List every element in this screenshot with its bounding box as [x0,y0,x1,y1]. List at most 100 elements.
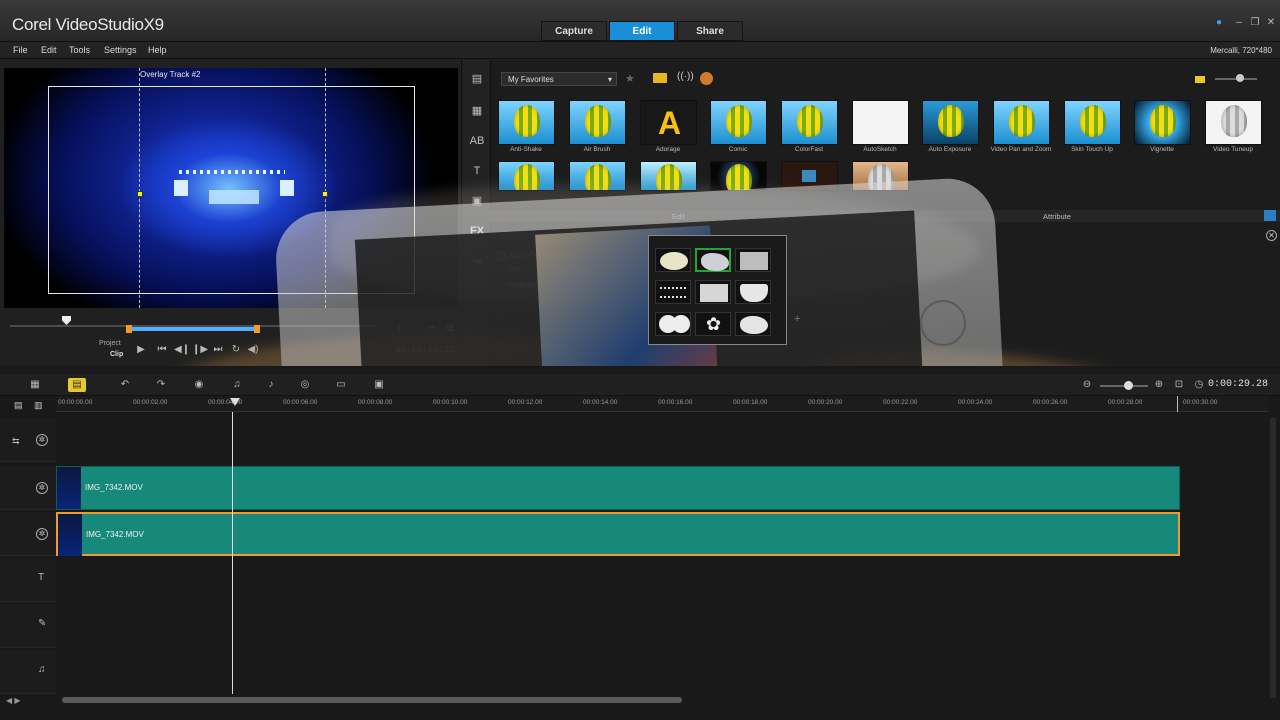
clip-overlay-1[interactable]: IMG_7342.MOV [56,466,1180,510]
mask-circles[interactable] [655,312,691,336]
mask-dotted[interactable] [655,280,691,304]
add-favorite-icon[interactable]: ★ [625,72,635,85]
tab-capture[interactable]: Capture [541,21,607,41]
folder-icon[interactable] [653,73,667,83]
tab-edit[interactable]: Edit [609,21,675,41]
media-icon[interactable]: ▤ [469,72,485,86]
enlarge-icon[interactable]: ⧉ [443,322,457,336]
menu-tools[interactable]: Tools [69,45,90,55]
filter-thumb-video-pan-zoom[interactable] [993,100,1050,145]
path-icon[interactable]: ↝ [469,254,485,268]
overlay-track-icon[interactable]: ✲ [36,482,48,494]
zoom-out-icon[interactable]: ⊖ [1078,378,1096,392]
mask-cloud[interactable] [735,312,771,336]
volume-icon[interactable]: ◀) [246,343,260,357]
mask-splatter-selected[interactable] [695,248,731,272]
mask-flower[interactable]: ✿ [695,312,731,336]
end-icon[interactable]: ⏭ [211,343,225,357]
zoom-slider-handle[interactable] [1124,381,1133,390]
info-icon[interactable]: ● [1212,17,1226,29]
video-track-icon[interactable]: ✲ [36,434,48,446]
undo-icon[interactable]: ↶ [116,378,134,392]
timeline-view-icon[interactable]: ▤ [68,378,86,392]
menu-settings[interactable]: Settings [104,45,137,55]
mask-torn[interactable] [695,280,731,304]
expand-panel-icon[interactable] [1264,210,1276,221]
attribute-tab[interactable]: Attribute [1043,212,1071,221]
timeline-horizontal-scrollbar[interactable] [62,697,682,703]
thumbnail-size-handle[interactable] [1236,74,1244,82]
record-capture-icon[interactable]: ◉ [190,378,208,392]
mark-in-icon[interactable]: [ [392,322,406,336]
fit-project-icon[interactable]: ⊡ [1170,378,1188,392]
music-note-icon[interactable]: ♫ [38,664,46,675]
filter-thumb[interactable] [852,161,909,191]
filter-thumb-auto-exposure[interactable] [922,100,979,145]
motion-tracking-icon[interactable]: ◎ [296,378,314,392]
mask-frame-picker[interactable]: ✿ [648,235,787,345]
chapter-point-icon[interactable]: ▥ [34,400,43,411]
trim-range[interactable] [128,327,258,331]
multicam-icon[interactable]: ▣ [370,378,388,392]
preview-window[interactable]: Overlay Track #2 [4,68,458,308]
scroll-left-icon[interactable]: ◀ ▶ [6,696,21,705]
playhead-line[interactable] [232,412,233,694]
edit-tab[interactable]: Edit [672,212,685,221]
transition-icon[interactable]: AB [469,134,485,148]
project-mode-label[interactable]: Project [99,340,121,347]
apply-overlay-checkbox[interactable] [498,252,506,260]
overlay-frame[interactable] [48,86,415,294]
storyboard-view-icon[interactable]: ▦ [26,378,44,392]
mask-film[interactable] [735,280,771,304]
filter-thumb-skin-touch-up[interactable] [1064,100,1121,145]
globe-icon[interactable] [700,72,713,85]
subtitle-editor-icon[interactable]: ▭ [332,378,350,392]
audio-icon[interactable]: ((·)) [677,71,694,82]
filter-thumb[interactable] [781,161,838,191]
filter-thumb-video-tuneup[interactable] [1205,100,1262,145]
timeline-vertical-scrollbar[interactable] [1270,418,1276,698]
menu-edit[interactable]: Edit [41,45,57,55]
filter-thumb[interactable] [710,161,767,191]
add-mask-icon[interactable]: + [794,313,800,325]
player-timecode[interactable]: 00:00:04:21 [395,345,454,355]
filter-thumb[interactable] [498,161,555,191]
microphone-icon[interactable]: ✎ [38,618,46,629]
favorites-dropdown[interactable]: My Favorites ▾ [501,72,617,86]
filter-thumb-air-brush[interactable] [569,100,626,145]
thumbnail-view-icon[interactable] [1195,76,1205,83]
play-icon[interactable]: ▶ [134,343,148,357]
title-track-icon[interactable]: T [38,572,44,583]
auto-music-icon[interactable]: ♪ [262,378,280,392]
repeat-icon[interactable]: ↻ [229,343,243,357]
menu-help[interactable]: Help [148,45,167,55]
filter-thumb-adorage[interactable]: A [640,100,697,145]
track-lock-icon[interactable]: ⇆ [12,436,20,447]
split-clip-icon[interactable]: ✂ [425,322,439,336]
prev-frame-icon[interactable]: ◀❙ [174,343,190,357]
close-options-icon[interactable]: ✕ [1266,230,1277,241]
mask-rect[interactable] [735,248,771,272]
track-manager-icon[interactable]: ▤ [14,400,23,411]
resize-handle-right[interactable] [322,191,328,197]
filter-thumb-comic[interactable] [710,100,767,145]
playhead-handle[interactable] [230,398,240,406]
close-icon[interactable]: ✕ [1264,17,1278,29]
trim-start-marker[interactable] [126,325,132,333]
sound-mixer-icon[interactable]: ♫ [228,378,246,392]
zoom-in-icon[interactable]: ⊕ [1150,378,1168,392]
menu-file[interactable]: File [13,45,28,55]
type-dropdown[interactable]: Mask Frame [550,264,638,276]
title-icon[interactable]: T [469,164,485,178]
resize-handle-left[interactable] [137,191,143,197]
clip-mode-label[interactable]: Clip [110,351,123,358]
filter-fx-icon[interactable]: FX [469,224,485,238]
overlay-track-icon[interactable]: ✲ [36,528,48,540]
filter-thumb-vignette[interactable] [1134,100,1191,145]
next-frame-icon[interactable]: ❙▶ [192,343,208,357]
graphic-icon[interactable]: ▣ [469,194,485,208]
restore-icon[interactable]: ❐ [1248,17,1262,29]
filter-thumb-colorfast[interactable] [781,100,838,145]
trim-end-marker[interactable] [254,325,260,333]
home-icon[interactable]: ⏮ [155,343,169,357]
